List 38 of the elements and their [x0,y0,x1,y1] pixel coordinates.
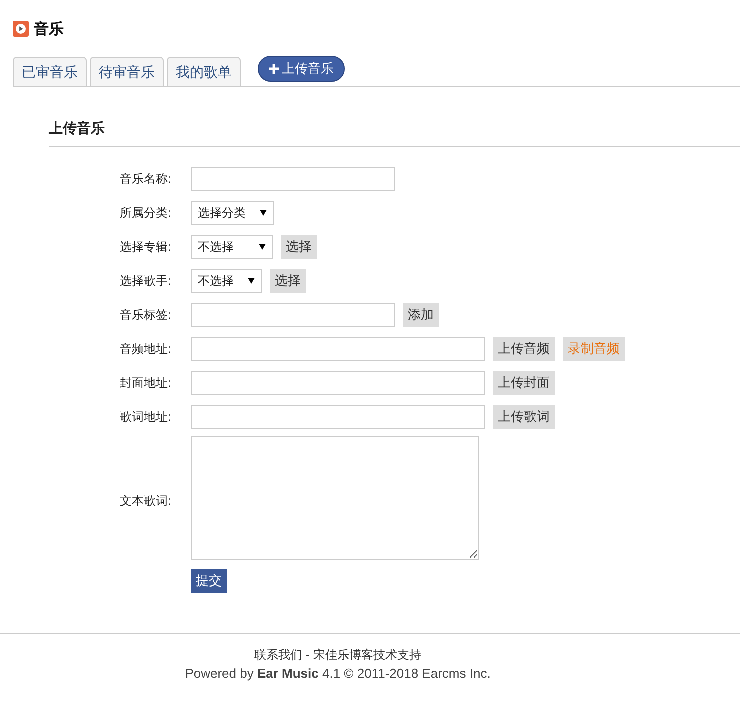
action-button[interactable]: 上传封面 [493,371,555,395]
footer-contact: 联系我们 - 宋佳乐博客技术支持 [254,647,422,664]
text-field[interactable] [191,337,485,361]
field-label: 音频地址: [120,340,172,358]
field-label: 文本歌词: [120,493,172,510]
caret-icon [260,210,267,216]
field-label: 音乐标签: [120,306,172,324]
text-field[interactable] [191,303,395,327]
section-title: 上传音乐 [49,120,105,136]
page-title: 音乐 [34,20,64,38]
text-field[interactable] [191,405,485,429]
dropdown[interactable]: 选择分类 [191,201,274,225]
footer-powered: Powered by Ear Music 4.1 © 2011-2018 Earcms Inc. [185,666,491,681]
field-label: 所属分类: [120,204,172,222]
action-button[interactable]: 上传音频 [493,337,555,361]
music-play-icon [13,21,29,37]
action-button[interactable]: 选择 [270,269,306,293]
text-field[interactable] [191,371,485,395]
action-button[interactable]: 上传歌词 [493,405,555,429]
tab[interactable]: 待审音乐 [90,57,164,86]
caret-icon [259,244,266,250]
tab[interactable]: 我的歌单 [167,57,241,86]
lyrics-textarea[interactable] [191,436,479,560]
plus-icon [269,64,279,74]
submit-button[interactable]: 提交 [191,569,227,593]
text-field[interactable] [191,167,395,191]
field-label: 音乐名称: [120,170,172,188]
caret-icon [248,278,255,284]
field-label: 选择专辑: [120,238,172,256]
upload-music-button[interactable]: 上传音乐 [258,56,345,82]
action-button[interactable]: 选择 [281,235,317,259]
dropdown[interactable]: 不选择 [191,269,262,293]
field-label: 选择歌手: [120,272,172,290]
action-button[interactable]: 添加 [403,303,439,327]
dropdown[interactable]: 不选择 [191,235,273,259]
field-label: 歌词地址: [120,408,172,426]
tab[interactable]: 已审音乐 [13,57,87,86]
field-label: 封面地址: [120,374,172,392]
